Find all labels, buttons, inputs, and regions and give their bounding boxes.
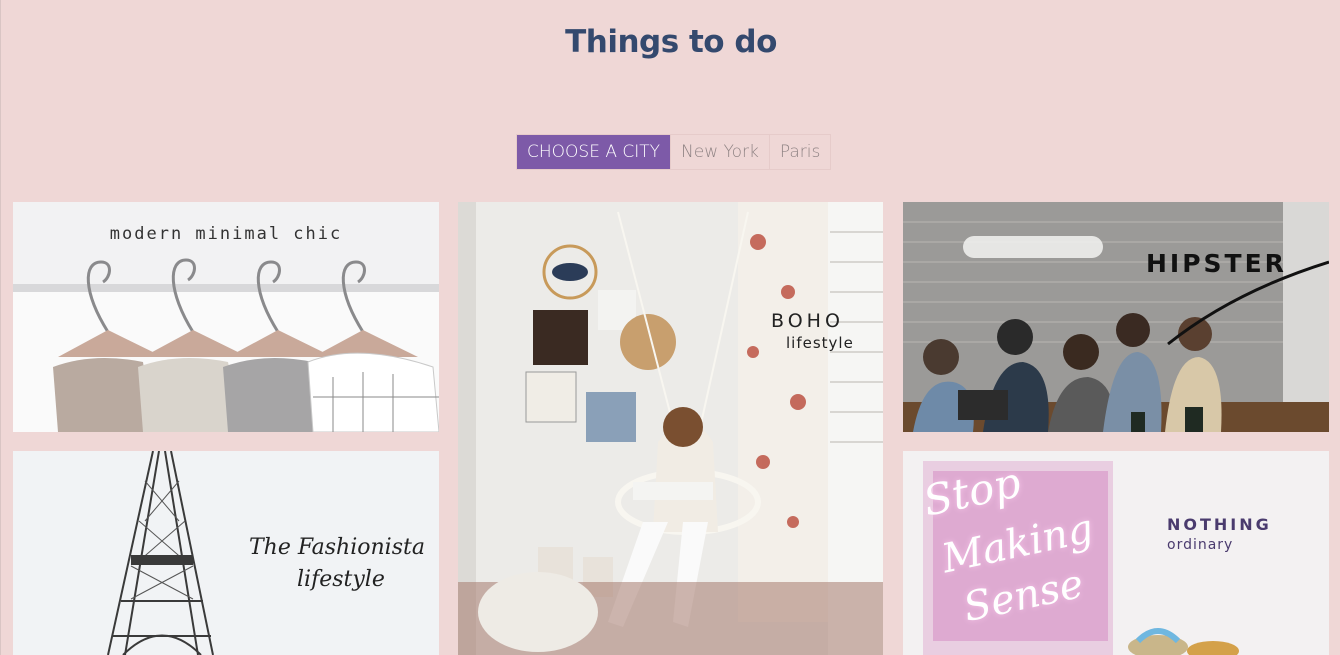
filter-paris[interactable]: Paris [770,135,830,169]
tile-boho-label-main: BOHO [771,310,844,332]
tile-fashionista-label-main: The Fashionista [249,535,425,560]
page-title: Things to do [565,24,777,60]
tile-fashionista[interactable]: The Fashionista lifestyle [13,451,439,655]
hipster-image [903,202,1329,432]
tile-hipster-label: HIPSTER [1146,249,1287,278]
tile-nothing-label-sub: ordinary [1167,537,1234,553]
filter-choose-city[interactable]: CHOOSE A CITY [517,135,672,169]
tile-boho-lifestyle[interactable]: BOHO lifestyle [458,202,883,655]
tile-boho-label-sub: lifestyle [786,334,854,352]
city-filter-group: CHOOSE A CITY New York Paris [516,134,832,170]
tile-nothing-ordinary[interactable]: Stop Making Sense NOTHING ordinary [903,451,1329,655]
tile-fashionista-label-sub: lifestyle [297,567,385,592]
boho-image [458,202,883,655]
tile-minimal-chic-label: modern minimal chic [109,224,343,244]
tile-minimal-chic[interactable]: modern minimal chic [13,202,439,432]
filter-new-york[interactable]: New York [671,135,770,169]
tile-nothing-label-main: NOTHING [1167,515,1272,534]
tile-hipster[interactable]: HIPSTER [903,202,1329,432]
